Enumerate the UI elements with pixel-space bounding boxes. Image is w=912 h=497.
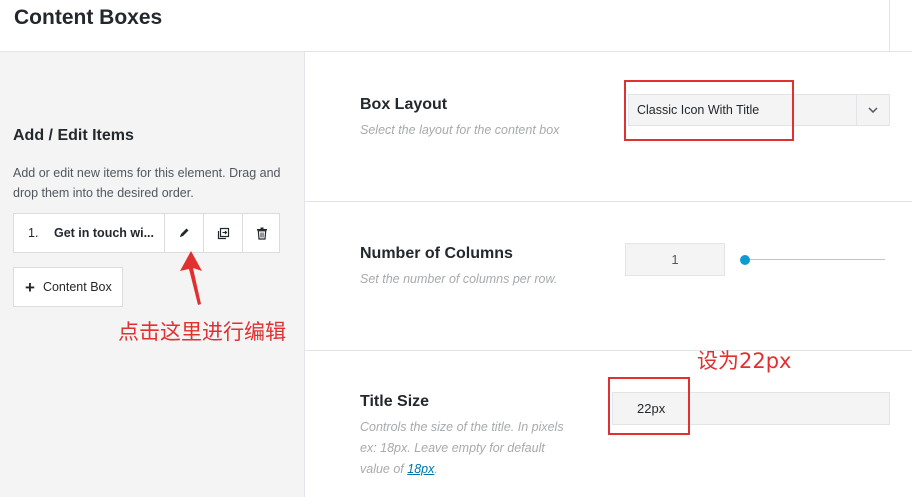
box-layout-section: Box Layout Select the layout for the con…: [305, 52, 912, 202]
title-size-description-end: .: [434, 462, 438, 476]
title-size-title: Title Size: [360, 393, 430, 410]
columns-input[interactable]: 1: [625, 243, 725, 276]
add-button-label: Content Box: [42, 280, 112, 294]
item-number: 1.: [28, 226, 39, 240]
box-layout-description: Select the layout for the content box: [360, 123, 560, 137]
item-label[interactable]: 1. Get in touch wi...: [14, 214, 164, 252]
trash-icon: [257, 227, 267, 240]
box-layout-highlight: [624, 80, 794, 141]
delete-item-button[interactable]: [242, 214, 281, 252]
default-size-link[interactable]: 18px: [407, 462, 434, 476]
pencil-icon: [180, 228, 189, 237]
list-item[interactable]: 1. Get in touch wi...: [13, 213, 280, 253]
page-title: Content Boxes: [14, 6, 163, 29]
annotation-arrow: [180, 251, 202, 305]
box-layout-title: Box Layout: [360, 96, 448, 113]
title-size-description-text: Controls the size of the title. In pixel…: [360, 420, 564, 476]
columns-description: Set the number of columns per row.: [360, 272, 558, 286]
sidebar-heading: Add / Edit Items: [13, 127, 134, 144]
editor-header: Content Boxes: [0, 0, 912, 52]
header-divider: [889, 0, 890, 51]
item-title: Get in touch wi...: [54, 226, 154, 240]
plus-icon: +: [25, 277, 35, 297]
chevron-down-icon[interactable]: [856, 95, 889, 125]
columns-section: Number of Columns Set the number of colu…: [305, 202, 912, 351]
sidebar-description: Add or edit new items for this element. …: [13, 166, 281, 200]
columns-title: Number of Columns: [360, 245, 513, 262]
columns-slider-track[interactable]: [745, 259, 885, 260]
items-sidebar: Add / Edit Items Add or edit new items f…: [0, 52, 305, 497]
add-content-box-button[interactable]: + Content Box: [13, 267, 123, 307]
size-annotation: 设为22px: [697, 349, 792, 373]
edit-annotation: 点击这里进行编辑: [118, 320, 286, 344]
title-size-highlight: [608, 377, 690, 435]
clone-icon: [217, 227, 229, 239]
title-size-description: Controls the size of the title. In pixel…: [360, 417, 570, 480]
columns-slider-handle[interactable]: [740, 255, 750, 265]
